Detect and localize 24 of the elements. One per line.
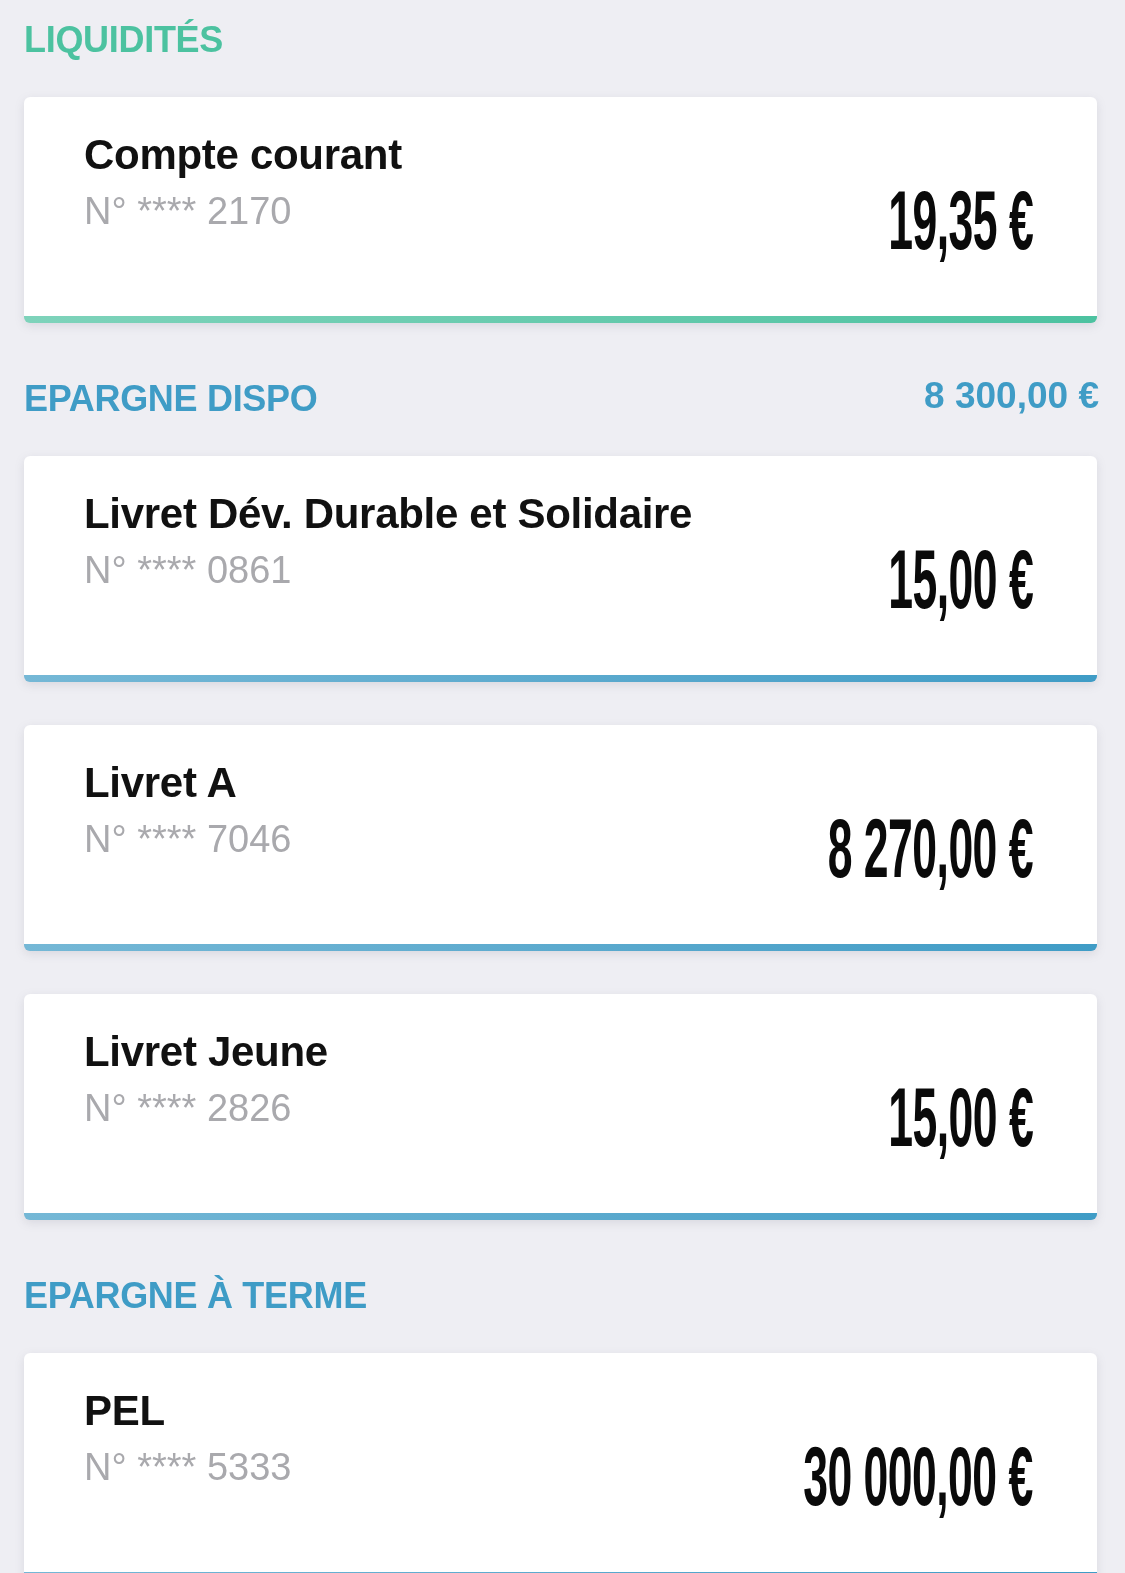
account-balance: 15,00 € xyxy=(887,1068,1034,1166)
account-balance: 15,00 € xyxy=(887,530,1034,628)
section-total: 8 300,00 € xyxy=(924,375,1099,417)
account-balance: 8 270,00 € xyxy=(826,799,1034,897)
section-title: LIQUIDITÉS xyxy=(24,19,223,61)
account-balance: 30 000,00 € xyxy=(802,1427,1034,1525)
account-name: Livret Jeune xyxy=(84,1028,328,1076)
account-name: PEL xyxy=(84,1387,165,1435)
section-title: EPARGNE À TERME xyxy=(24,1275,367,1317)
section-title: EPARGNE DISPO xyxy=(24,378,318,420)
account-number: N° **** 0861 xyxy=(84,548,292,592)
account-card[interactable]: Livret Jeune N° **** 2826 15,00 € xyxy=(24,994,1097,1220)
account-name: Compte courant xyxy=(84,131,402,179)
account-card[interactable]: Compte courant N° **** 2170 19,35 € xyxy=(24,97,1097,323)
account-name: Livret A xyxy=(84,759,237,807)
account-card[interactable]: PEL N° **** 5333 30 000,00 € xyxy=(24,1353,1097,1573)
account-balance: 19,35 € xyxy=(887,171,1034,269)
account-number: N° **** 5333 xyxy=(84,1445,292,1489)
account-number: N° **** 2170 xyxy=(84,189,292,233)
account-number: N° **** 7046 xyxy=(84,817,292,861)
account-name: Livret Dév. Durable et Solidaire xyxy=(84,490,693,538)
account-card[interactable]: Livret Dév. Durable et Solidaire N° **** 0861 15,00 € xyxy=(24,456,1097,682)
account-card[interactable]: Livret A N° **** 7046 8 270,00 € xyxy=(24,725,1097,951)
account-number: N° **** 2826 xyxy=(84,1086,292,1130)
